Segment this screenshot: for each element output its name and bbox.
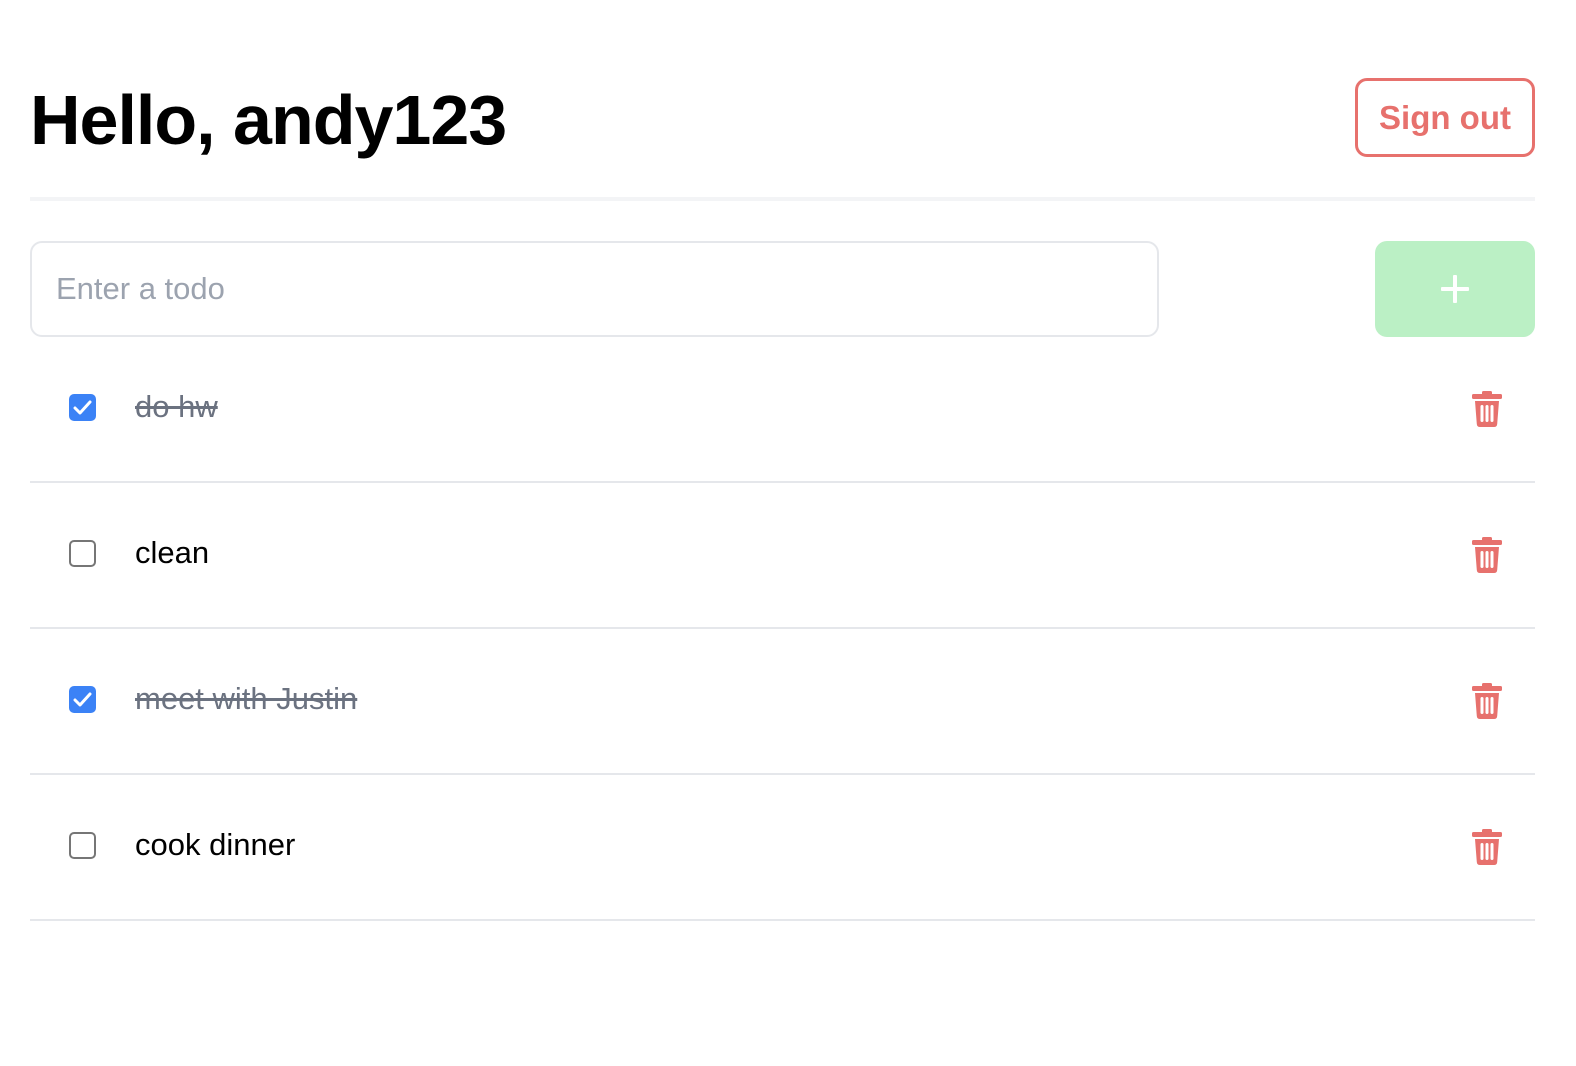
todo-text: do hw [135, 389, 218, 424]
delete-todo-button[interactable] [1469, 680, 1505, 720]
delete-todo-button[interactable] [1469, 534, 1505, 574]
todo-checkbox[interactable] [69, 686, 96, 713]
todo-text: cook dinner [135, 827, 296, 862]
page-title: Hello, andy123 [30, 81, 507, 159]
todo-text: meet with Justin [135, 681, 358, 716]
todo-checkbox[interactable] [69, 394, 96, 421]
sign-out-button[interactable]: Sign out [1355, 78, 1535, 157]
todo-list: do hw clean meet with Justin cook dinner [30, 337, 1535, 921]
trash-icon [1472, 683, 1502, 719]
todo-checkbox[interactable] [69, 540, 96, 567]
header: Hello, andy123 Sign out [30, 78, 1535, 159]
trash-icon [1472, 391, 1502, 427]
todo-item: do hw [30, 337, 1535, 483]
delete-todo-button[interactable] [1469, 826, 1505, 866]
header-divider [30, 197, 1535, 201]
delete-todo-button[interactable] [1469, 388, 1505, 428]
todo-item: clean [30, 483, 1535, 629]
todo-checkbox[interactable] [69, 832, 96, 859]
trash-icon [1472, 537, 1502, 573]
todo-input[interactable] [30, 241, 1159, 337]
check-icon [73, 692, 92, 707]
todo-item: meet with Justin [30, 629, 1535, 775]
todo-app: Hello, andy123 Sign out do hw [0, 0, 1576, 1066]
add-todo-button[interactable] [1375, 241, 1535, 337]
check-icon [73, 400, 92, 415]
todo-text: clean [135, 535, 210, 570]
add-todo-form [30, 241, 1535, 337]
trash-icon [1472, 829, 1502, 865]
plus-icon [1441, 275, 1469, 303]
todo-item: cook dinner [30, 775, 1535, 921]
